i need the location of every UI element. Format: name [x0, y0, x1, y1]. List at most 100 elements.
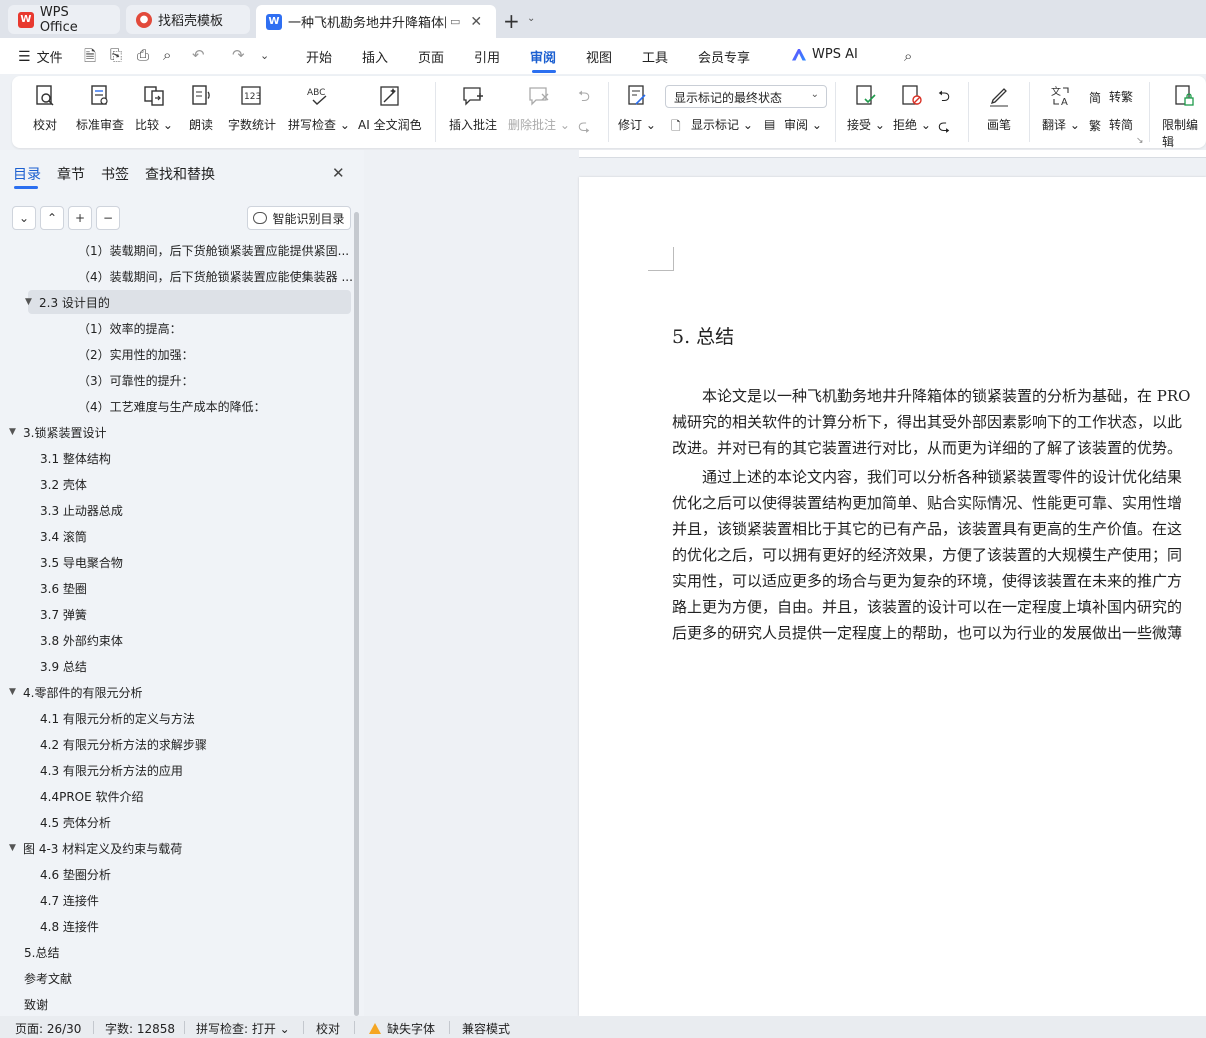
tab-find-replace[interactable]: 查找和替换: [145, 164, 215, 184]
toc-item[interactable]: 3.7 弹簧: [40, 602, 87, 626]
toc-item[interactable]: 参考文献: [24, 966, 72, 990]
document-area[interactable]: 5. 总结 本论文是以一种飞机勤务地井升降箱体的锁紧装置的分析为基础，在 PRO…: [364, 150, 1206, 1016]
accept-button[interactable]: 接受 ⌄: [847, 82, 885, 133]
insert-comment-button[interactable]: 插入批注: [449, 82, 497, 133]
compare-button[interactable]: 比较 ⌄: [135, 82, 173, 133]
toc-item[interactable]: （4）工艺难度与生产成本的降低：: [78, 394, 266, 418]
to-traditional-button[interactable]: 简 转繁: [1089, 88, 1133, 105]
export-pdf-icon[interactable]: ⎘: [110, 46, 122, 64]
tab-toc[interactable]: 目录: [13, 164, 41, 184]
page-indicator[interactable]: 页面: 26/30: [15, 1020, 81, 1037]
toc-item[interactable]: 3.8 外部约束体: [40, 628, 123, 652]
toc-item[interactable]: （3）可靠性的提升：: [78, 368, 194, 392]
print-icon[interactable]: ⎙: [137, 46, 149, 64]
next-change-icon[interactable]: ⮎: [938, 116, 950, 141]
new-tab-button[interactable]: +: [503, 9, 520, 33]
toc-item[interactable]: 3.1 整体结构: [40, 446, 111, 470]
toc-item[interactable]: 4.3 有限元分析方法的应用: [40, 758, 183, 782]
spell-check-button[interactable]: ABC 拼写检查 ⌄: [288, 82, 350, 133]
search-icon[interactable]: ⌕: [904, 47, 912, 65]
close-icon[interactable]: ✕: [332, 164, 345, 182]
word-count-status[interactable]: 字数: 12858: [105, 1020, 175, 1037]
ai-polish-button[interactable]: AI 全文润色: [358, 82, 422, 133]
toc-item[interactable]: 致谢: [24, 992, 48, 1016]
proofread-button[interactable]: 校对: [32, 82, 58, 133]
toc-item[interactable]: 4.1 有限元分析的定义与方法: [40, 706, 195, 730]
expand-toggle-icon[interactable]: ▼: [25, 297, 39, 307]
undo-icon[interactable]: ↶: [192, 46, 205, 64]
redo-icon[interactable]: ↷: [232, 46, 245, 64]
translate-button[interactable]: 文A 翻译 ⌄: [1042, 82, 1080, 133]
delete-comment-button[interactable]: 删除批注 ⌄: [508, 82, 570, 133]
toc-item[interactable]: 4.7 连接件: [40, 888, 99, 912]
toc-item[interactable]: （4）装载期间，后下货舱锁紧装置应能使集装器 ...: [78, 264, 353, 288]
menu-view[interactable]: 视图: [586, 47, 612, 66]
print-preview-icon[interactable]: ⌕: [163, 46, 171, 64]
file-menu[interactable]: ☰ 文件: [18, 47, 63, 67]
toc-item[interactable]: 3.6 垫圈: [40, 576, 87, 600]
restrict-edit-button[interactable]: 限制编辑: [1162, 82, 1206, 150]
spell-check-status[interactable]: 拼写检查: 打开 ⌄: [196, 1020, 290, 1037]
wps-ai-button[interactable]: WPS AI: [792, 47, 858, 62]
previous-change-icon[interactable]: ⮌: [938, 86, 950, 111]
menu-review[interactable]: 审阅: [530, 47, 556, 66]
toc-item[interactable]: ▼ 3.锁紧装置设计: [9, 420, 106, 444]
standard-review-button[interactable]: 标准审查: [76, 82, 124, 133]
tab-wps-office[interactable]: W WPS Office: [8, 5, 120, 35]
toc-item[interactable]: （2）实用性的加强：: [78, 342, 194, 366]
toc-scrollbar[interactable]: [354, 212, 359, 1016]
expand-toggle-icon[interactable]: ▼: [9, 843, 23, 853]
previous-comment-icon[interactable]: ⮌: [578, 86, 590, 111]
read-aloud-button[interactable]: 朗读: [188, 82, 214, 133]
smart-toc-button[interactable]: 智能识别目录: [247, 206, 351, 230]
tab-document[interactable]: W 一种飞机勘务地井升降箱体限 ▭ ✕: [256, 5, 496, 38]
reject-button[interactable]: 拒绝 ⌄: [893, 82, 931, 133]
to-simplified-button[interactable]: 繁 转简: [1089, 116, 1133, 133]
menu-insert[interactable]: 插入: [362, 47, 388, 66]
quick-access-more-icon[interactable]: ⌄: [260, 49, 269, 62]
toc-item[interactable]: 3.5 导电聚合物: [40, 550, 123, 574]
toc-item[interactable]: ▼ 4.零部件的有限元分析: [9, 680, 142, 704]
next-comment-icon[interactable]: ⮎: [578, 116, 590, 141]
toc-item[interactable]: （1）装载期间，后下货舱锁紧装置应能提供紧固...: [78, 238, 349, 262]
menu-references[interactable]: 引用: [474, 47, 500, 66]
tab-bookmarks[interactable]: 书签: [101, 164, 129, 184]
toc-item[interactable]: 4.5 壳体分析: [40, 810, 111, 834]
track-changes-button[interactable]: 修订 ⌄: [618, 82, 656, 133]
menu-membership[interactable]: 会员专享: [698, 47, 750, 66]
toc-item[interactable]: 3.2 壳体: [40, 472, 87, 496]
word-count-button[interactable]: 123 字数统计: [228, 82, 276, 133]
collapse-all-button[interactable]: ⌄: [12, 206, 36, 230]
proofread-status[interactable]: 校对: [316, 1020, 340, 1037]
expand-toggle-icon[interactable]: ▼: [9, 687, 23, 697]
toc-item[interactable]: 3.9 总结: [40, 654, 87, 678]
expand-toggle-icon[interactable]: ▼: [9, 427, 23, 437]
menu-home[interactable]: 开始: [306, 47, 332, 66]
tab-daoke-templates[interactable]: ● 找稻壳模板: [126, 5, 250, 34]
toc-item[interactable]: 4.6 垫圈分析: [40, 862, 111, 886]
menu-page[interactable]: 页面: [418, 47, 444, 66]
close-tab-icon[interactable]: ✕: [470, 14, 482, 30]
save-icon[interactable]: 🗎: [84, 46, 96, 71]
pen-button[interactable]: 画笔: [986, 82, 1012, 133]
add-heading-button[interactable]: +: [68, 206, 92, 230]
toc-item[interactable]: 4.2 有限元分析方法的求解步骤: [40, 732, 207, 756]
toc-item[interactable]: 5.总结: [24, 940, 59, 964]
tab-sections[interactable]: 章节: [57, 164, 85, 184]
toc-item[interactable]: ▼ 2.3 设计目的: [25, 290, 110, 314]
markup-display-select[interactable]: 显示标记的最终状态 ⌄: [665, 85, 827, 108]
remove-heading-button[interactable]: −: [96, 206, 120, 230]
toc-item[interactable]: 4.8 连接件: [40, 914, 99, 938]
expand-up-button[interactable]: ⌃: [40, 206, 64, 230]
toc-item[interactable]: 3.3 止动器总成: [40, 498, 123, 522]
chevron-down-icon[interactable]: ⌄: [527, 13, 535, 24]
missing-font-status[interactable]: 缺失字体: [369, 1020, 435, 1037]
toc-item[interactable]: （1）效率的提高：: [78, 316, 182, 340]
review-pane-button[interactable]: ▤ 审阅 ⌄: [764, 116, 822, 133]
document-page[interactable]: 5. 总结 本论文是以一种飞机勤务地井升降箱体的锁紧装置的分析为基础，在 PRO…: [579, 177, 1206, 1016]
expand-group-icon[interactable]: ↘: [1136, 136, 1144, 146]
menu-tools[interactable]: 工具: [642, 47, 668, 66]
toc-item[interactable]: 3.4 滚筒: [40, 524, 87, 548]
toc-item[interactable]: 4.4PROE 软件介绍: [40, 784, 144, 808]
toc-item[interactable]: ▼ 图 4-3 材料定义及约束与载荷: [9, 836, 182, 860]
